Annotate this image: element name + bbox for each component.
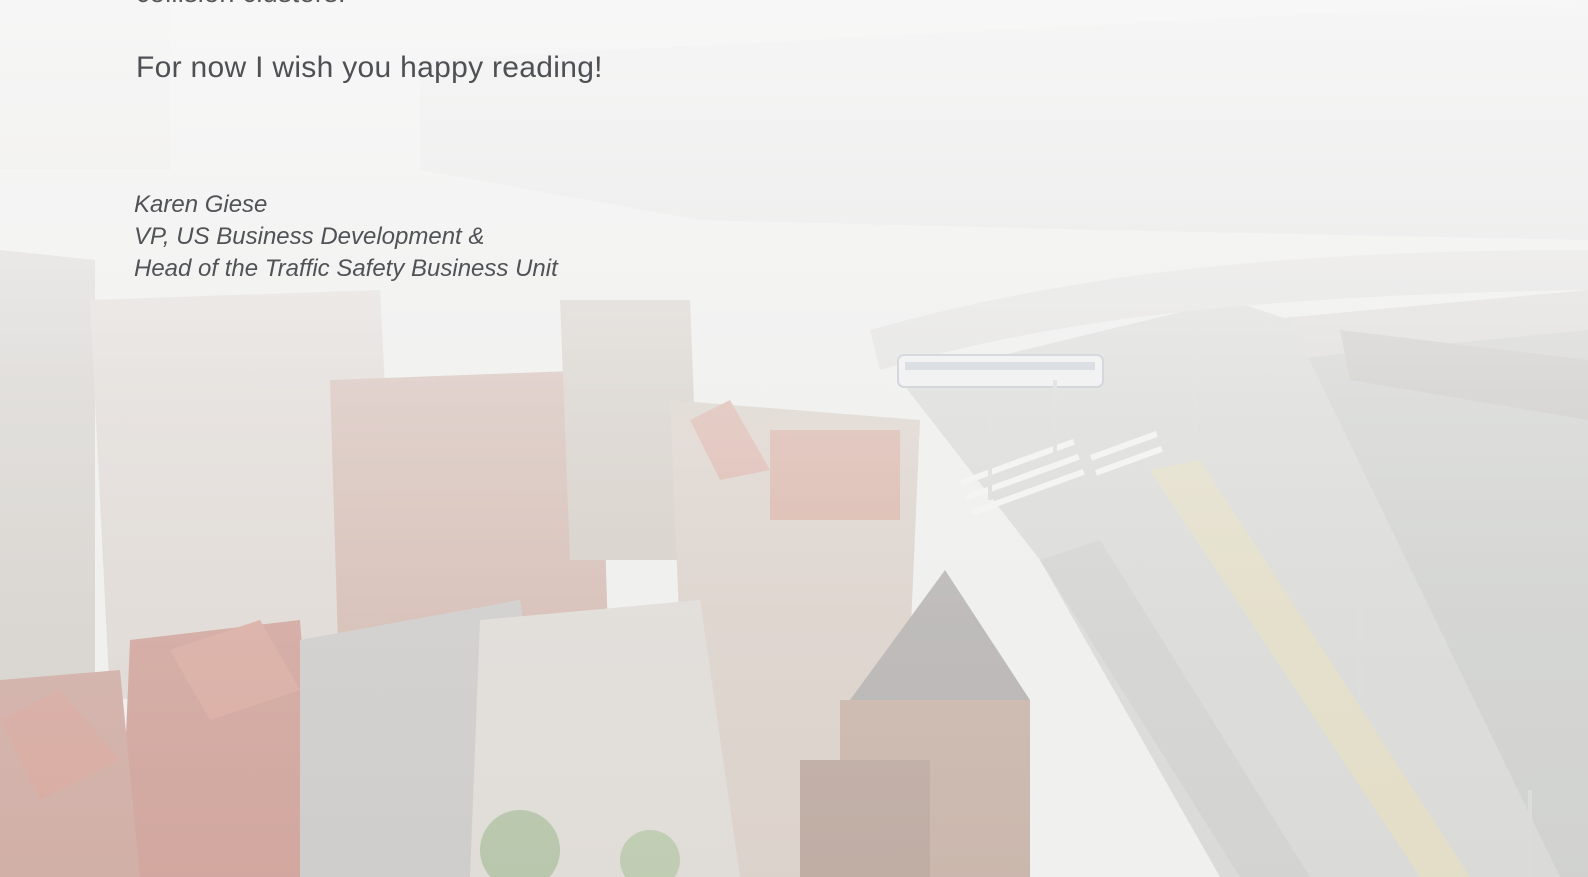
signature-title-line-1: VP, US Business Development & [134, 223, 485, 250]
signature-title-line-2: Head of the Traffic Safety Business Unit [134, 255, 558, 282]
letter-paragraph-end: collision clusters. [136, 0, 346, 9]
photo-fade-overlay [0, 0, 1588, 877]
signature-block: Karen Giese VP, US Business Development … [134, 189, 558, 285]
closing-line: For now I wish you happy reading! [136, 51, 603, 84]
signature-name: Karen Giese [134, 191, 268, 218]
